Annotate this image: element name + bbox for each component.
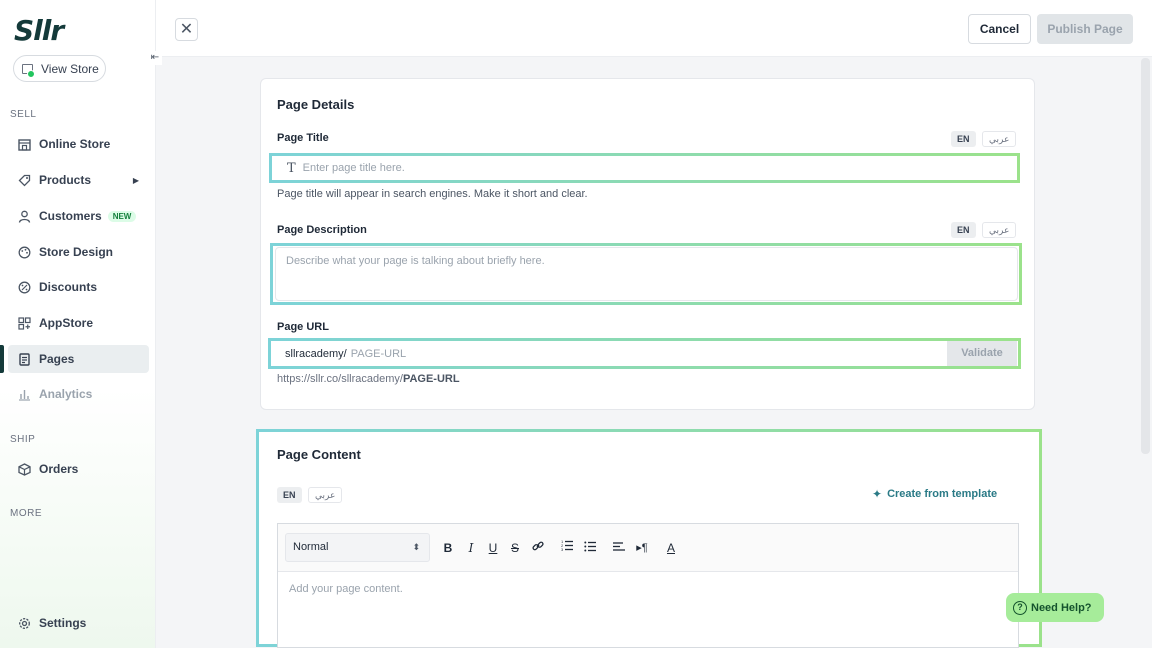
page-icon <box>18 352 31 366</box>
sidebar-item-label: Customers <box>39 209 102 223</box>
gear-icon <box>18 617 31 630</box>
box-icon <box>18 462 31 476</box>
page-details-heading: Page Details <box>277 97 355 112</box>
top-bar: ✕ Cancel Publish Page <box>156 0 1152 57</box>
scrollbar[interactable] <box>1141 58 1150 454</box>
page-content-heading: Page Content <box>277 447 361 462</box>
sidebar-item-online-store[interactable]: Online Store <box>8 130 149 158</box>
text-direction-icon[interactable]: ▸¶ <box>633 539 651 557</box>
url-preview-base: https://sllr.co/sllracademy/ <box>277 373 403 385</box>
apps-icon <box>18 316 31 330</box>
sidebar-item-label: Discounts <box>39 280 98 294</box>
page-title-placeholder: Enter page title here. <box>302 162 405 174</box>
caret-right-icon: ▶ <box>132 175 139 185</box>
page-title-input[interactable]: T Enter page title here. <box>273 157 1016 179</box>
sidebar-item-label: Orders <box>39 462 79 476</box>
sidebar-item-customers[interactable]: Customers NEW <box>8 202 149 230</box>
publish-page-button[interactable]: Publish Page <box>1037 14 1133 44</box>
link-icon[interactable] <box>529 539 547 557</box>
sidebar-item-settings[interactable]: Settings <box>8 609 149 637</box>
chart-icon <box>18 388 31 401</box>
sidebar: Sllr View Store SELL Online Store Produc… <box>0 0 156 648</box>
section-sell: SELL <box>10 109 37 120</box>
active-indicator <box>0 345 4 373</box>
sidebar-item-store-design[interactable]: Store Design <box>8 238 149 266</box>
sidebar-item-label: Pages <box>39 352 75 366</box>
svg-text:3: 3 <box>561 547 564 551</box>
text-format-value: Normal <box>293 541 329 553</box>
sidebar-item-label: AppStore <box>39 316 93 330</box>
url-prefix: sllracademy/ <box>285 347 347 360</box>
sidebar-item-analytics[interactable]: Analytics <box>8 380 149 408</box>
sidebar-item-orders[interactable]: Orders <box>8 455 149 483</box>
close-button[interactable]: ✕ <box>175 18 198 41</box>
bold-icon[interactable]: B <box>439 539 457 557</box>
section-more: MORE <box>10 508 42 519</box>
sidebar-item-label: Online Store <box>39 137 111 151</box>
text-color-icon[interactable]: A <box>662 539 680 557</box>
editor-toolbar: Normal ⬍ B I U S 123 ▸¶ A <box>278 524 1018 572</box>
sidebar-item-label: Products <box>39 173 92 187</box>
store-icon <box>18 138 31 151</box>
create-from-template-label: Create from template <box>887 488 998 500</box>
sidebar-item-label: Analytics <box>39 387 93 401</box>
sparkle-icon: ✦ <box>872 487 883 501</box>
rich-text-editor: Normal ⬍ B I U S 123 ▸¶ A Add your page … <box>277 523 1019 648</box>
strikethrough-icon[interactable]: S <box>506 539 524 557</box>
validate-button[interactable]: Validate <box>947 341 1017 366</box>
new-badge: NEW <box>107 210 137 222</box>
storefront-icon <box>22 63 35 78</box>
sidebar-item-products[interactable]: Products ▶ <box>8 166 149 194</box>
page-description-placeholder: Describe what your page is talking about… <box>286 255 545 267</box>
select-arrows-icon: ⬍ <box>412 542 420 552</box>
close-icon: ✕ <box>179 21 194 38</box>
page-description-input[interactable]: Describe what your page is talking about… <box>275 247 1018 301</box>
page-url-label: Page URL <box>277 321 329 333</box>
need-help-button[interactable]: ? Need Help? <box>1006 593 1104 622</box>
sllr-logo[interactable]: Sllr <box>14 14 64 47</box>
editor-placeholder: Add your page content. <box>289 583 403 595</box>
align-icon[interactable] <box>610 539 628 557</box>
question-icon: ? <box>1013 600 1027 615</box>
create-from-template-link[interactable]: ✦ Create from template <box>872 487 997 501</box>
ordered-list-icon[interactable]: 123 <box>558 539 576 557</box>
sidebar-item-label: Store Design <box>39 245 114 259</box>
user-icon <box>18 210 31 223</box>
page-title-label: Page Title <box>277 132 329 144</box>
tag-icon <box>18 174 31 187</box>
view-store-label: View Store <box>41 61 99 76</box>
need-help-label: Need Help? <box>1031 601 1092 614</box>
page-url-input[interactable]: sllracademy/ PAGE-URL <box>273 341 947 366</box>
content-lang-en-tab[interactable]: EN <box>277 487 302 503</box>
section-ship: SHIP <box>10 434 36 445</box>
underline-icon[interactable]: U <box>484 539 502 557</box>
italic-icon[interactable]: I <box>462 539 480 557</box>
title-lang-en-tab[interactable]: EN <box>951 131 976 147</box>
desc-lang-ar-tab[interactable]: عربي <box>982 222 1017 238</box>
content-lang-ar-tab[interactable]: عربي <box>308 487 343 503</box>
sidebar-item-discounts[interactable]: Discounts <box>8 273 149 301</box>
text-format-select[interactable]: Normal ⬍ <box>285 533 430 562</box>
text-icon: T <box>287 160 296 176</box>
title-lang-ar-tab[interactable]: عربي <box>982 131 1017 147</box>
sidebar-item-pages[interactable]: Pages <box>8 345 149 373</box>
page-description-label: Page Description <box>277 224 367 236</box>
view-store-button[interactable]: View Store <box>13 55 106 82</box>
discount-icon <box>18 281 31 294</box>
desc-lang-en-tab[interactable]: EN <box>951 222 976 238</box>
sidebar-item-appstore[interactable]: AppStore <box>8 309 149 337</box>
sidebar-item-label: Settings <box>39 616 87 630</box>
url-preview: https://sllr.co/sllracademy/PAGE-URL <box>277 373 460 385</box>
bullet-list-icon[interactable] <box>581 539 599 557</box>
page-title-help: Page title will appear in search engines… <box>277 188 588 200</box>
collapse-sidebar-icon[interactable]: ⇤ <box>148 51 162 65</box>
url-preview-slug: PAGE-URL <box>402 373 460 385</box>
palette-icon <box>18 246 31 259</box>
cancel-button[interactable]: Cancel <box>968 14 1031 44</box>
page-url-placeholder: PAGE-URL <box>350 347 407 360</box>
